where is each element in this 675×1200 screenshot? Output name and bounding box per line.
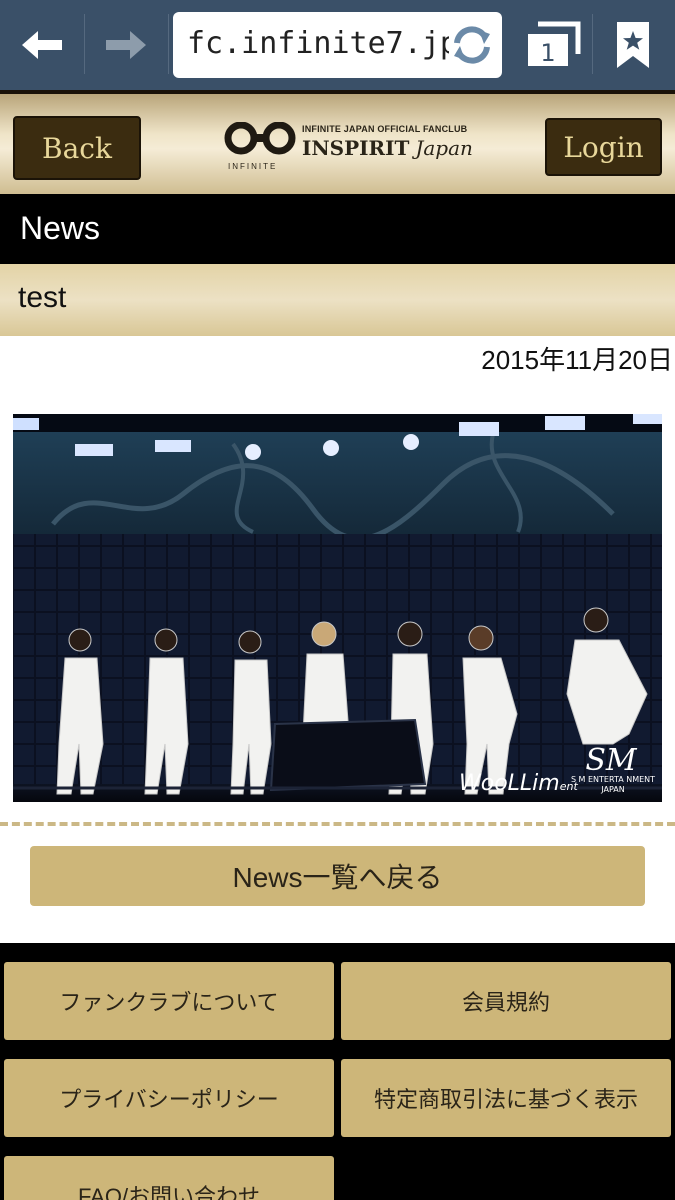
bookmark-button[interactable] [603,18,663,74]
back-button[interactable]: Back [13,116,141,180]
logo-caption: INFINITE [228,162,278,171]
browser-back-button[interactable] [0,0,84,90]
dashed-divider [0,822,675,826]
arrow-left-icon [22,31,62,59]
section-title: News [20,210,101,246]
toolbar-divider [168,14,169,74]
watermark-sm-line2: JAPAN [600,785,624,794]
login-button[interactable]: Login [545,118,662,176]
footer-link-fanclub[interactable]: ファンクラブについて [4,962,334,1040]
stage-photo-illustration: WooLLiment SM S M ENTERTA NMENT JAPAN [13,414,662,802]
section-header: News [0,194,675,264]
logo-name-suffix: Japan [415,136,473,160]
url-text[interactable]: fc.infinite7.jp/s [187,26,449,61]
footer: ファンクラブについて 会員規約 プライバシーポリシー 特定商取引法に基づく表示 … [0,943,675,1200]
logo-name-main: INSPIRIT [302,136,410,160]
tab-count: 1 [540,39,555,67]
url-bar[interactable]: fc.infinite7.jp/s [173,12,502,78]
article-date: 2015年11月20日 [481,345,673,375]
watermark-sm-logo: SM [585,743,638,778]
toolbar-divider [592,14,593,74]
arrow-right-icon [106,31,146,59]
tabs-button[interactable]: 1 [520,18,584,72]
bookmark-star-icon [617,22,649,68]
article-photo: WooLLiment SM S M ENTERTA NMENT JAPAN [13,414,662,802]
browser-forward-button[interactable] [84,0,168,90]
logo-tagline: INFINITE JAPAN OFFICIAL FANCLUB [302,124,468,134]
news-list-return-button[interactable]: News一覧へ戻る [30,846,645,906]
footer-link-commerce-law[interactable]: 特定商取引法に基づく表示 [341,1059,671,1137]
infinite-logo-icon [224,122,296,155]
fanclub-logo[interactable]: INFINITE JAPAN OFFICIAL FANCLUB INSPIRIT… [222,120,473,176]
watermark-sm-line1: S M ENTERTA NMENT [571,775,655,784]
footer-link-privacy[interactable]: プライバシーポリシー [4,1059,334,1137]
site-header: Back INFINITE JAPAN OFFICIAL FANCLUB INS… [0,90,675,194]
reload-icon[interactable] [448,21,496,69]
article-title: test [18,281,67,314]
tabs-icon: 1 [528,21,581,67]
browser-toolbar: fc.infinite7.jp/s 1 [0,0,675,90]
footer-link-faq[interactable]: FAQ/お問い合わせ [4,1156,334,1200]
footer-link-terms[interactable]: 会員規約 [341,962,671,1040]
article-title-bar: test [0,264,675,336]
logo-name: INSPIRIT Japan [302,136,473,160]
